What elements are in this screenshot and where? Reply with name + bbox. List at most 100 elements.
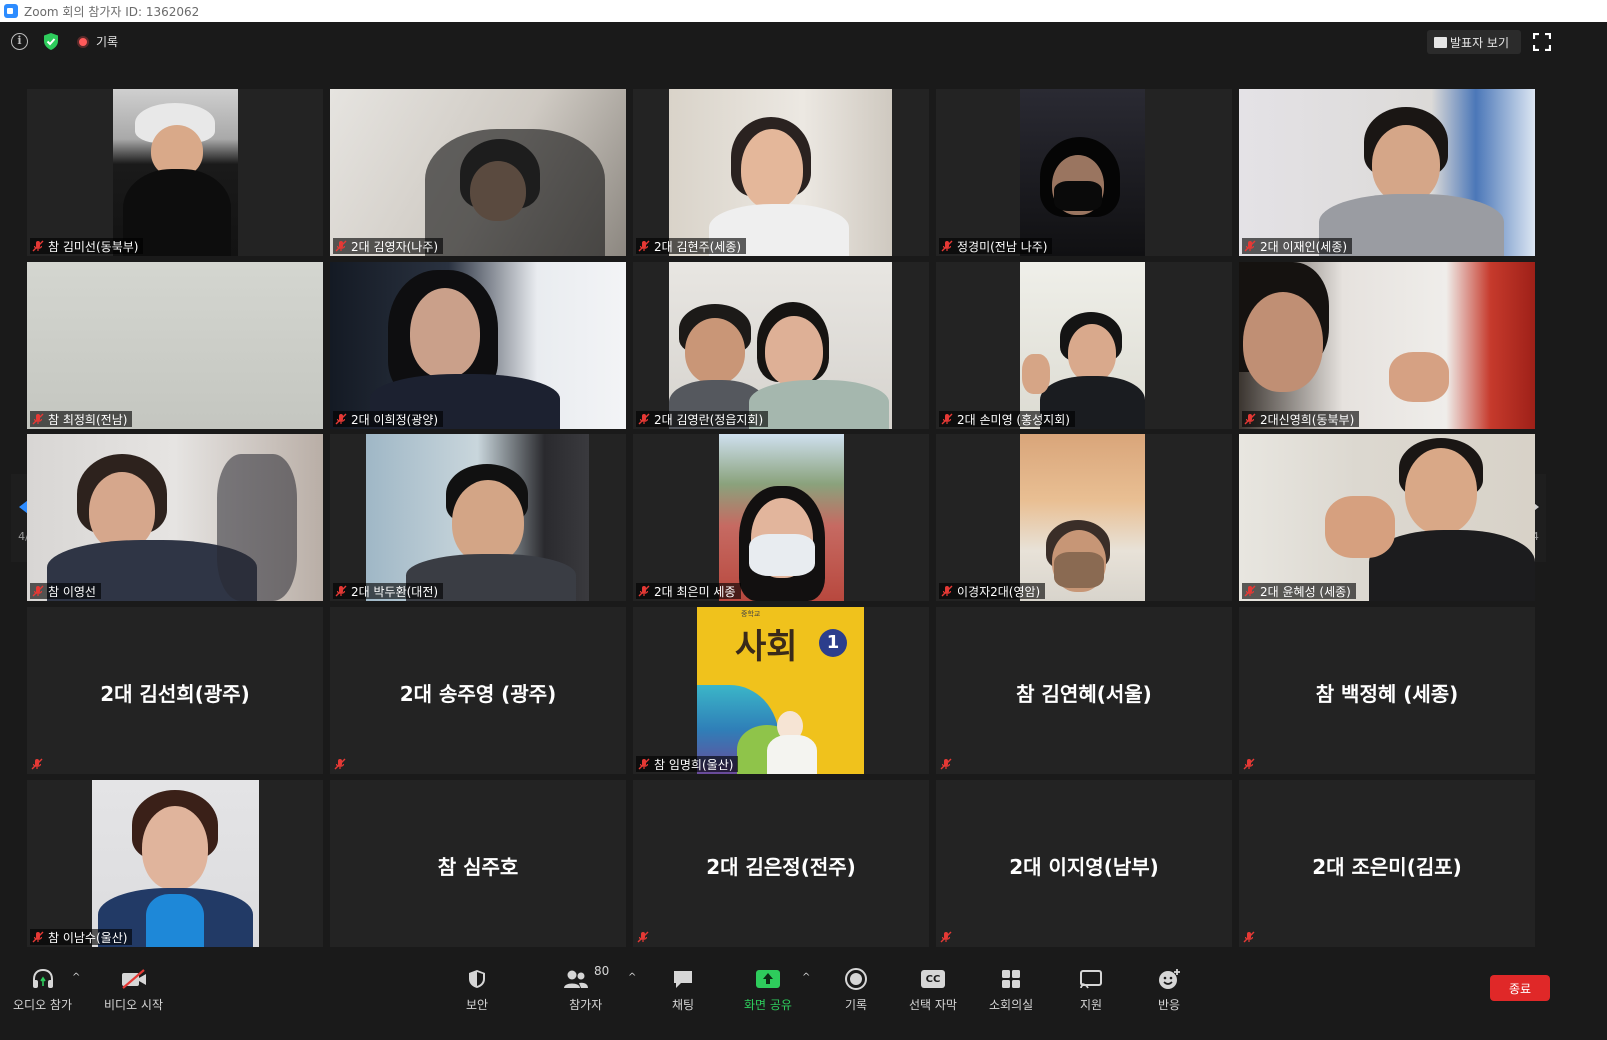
end-meeting-button[interactable]: 종료 — [1490, 975, 1550, 1001]
chat-button[interactable]: 채팅 — [671, 966, 695, 1013]
participant-name: 2대 이지영(남부) — [1009, 855, 1159, 879]
participant-tile[interactable]: 참 김연혜(서울) — [936, 607, 1232, 774]
mic-muted-icon — [638, 413, 650, 425]
participant-name-label: 이경자2대(영암) — [939, 583, 1046, 599]
participant-name: 참 임명희(울산) — [654, 757, 734, 772]
speaker-view-button[interactable]: 발표자 보기 — [1427, 30, 1521, 54]
window-title: Zoom 회의 참가자 ID: 1362062 — [24, 4, 200, 19]
mic-muted-icon — [941, 585, 953, 597]
mic-muted-icon — [335, 585, 347, 597]
reaction-smiley-icon — [1159, 969, 1180, 989]
participant-tile[interactable]: 정경미(전남 나주) — [936, 89, 1232, 256]
participant-name-label: 2대신영희(동북부) — [1242, 411, 1360, 427]
closed-caption-button[interactable]: CC 선택 자막 — [909, 966, 957, 1013]
participant-tile[interactable]: 2대 송주영 (광주) — [330, 607, 626, 774]
gallery-grid: 참 김미선(동북부) 2대 김영자(나주) 2대 김현주(세종) 정경미(전남 … — [27, 89, 1537, 947]
participant-name-label: 정경미(전남 나주) — [939, 238, 1053, 254]
participant-tile[interactable]: 참 이남수(울산) — [27, 780, 323, 947]
participant-name-label: 2대 이재인(세종) — [1242, 238, 1353, 254]
join-audio-button[interactable]: 오디오 참가 — [13, 966, 72, 1013]
participant-video — [330, 89, 626, 256]
participant-name-label: 2대 윤혜성 (세종) — [1242, 583, 1356, 599]
meeting-top-bar: i 기록 발표자 보기 — [0, 22, 1607, 62]
meeting-controls-toolbar: 오디오 참가 ^ 비디오 시작 보안 80 참가자 ^ 채팅 화면 공유 ^ 기… — [0, 960, 1607, 1040]
record-button[interactable]: 기록 — [844, 966, 868, 1013]
participant-tile[interactable]: 2대 조은미(김포) — [1239, 780, 1535, 947]
participant-video — [27, 434, 323, 601]
mic-muted-icon — [1244, 585, 1256, 597]
share-options-chevron-icon[interactable]: ^ — [802, 972, 810, 983]
participant-name-label: 2대 김현주(세종) — [636, 238, 747, 254]
participant-name: 2대 윤혜성 (세종) — [1260, 584, 1351, 599]
mic-muted-icon — [638, 585, 650, 597]
participant-name: 2대 김현주(세종) — [654, 239, 742, 254]
participant-tile[interactable]: 2대 김선희(광주) — [27, 607, 323, 774]
participant-name: 2대 최은미 세종 — [654, 584, 736, 599]
participant-tile[interactable]: 참 김미선(동북부) — [27, 89, 323, 256]
participant-video — [113, 89, 238, 256]
participants-button[interactable]: 80 참가자 — [562, 964, 609, 1013]
security-shield-icon — [469, 970, 486, 988]
mic-muted-icon — [941, 240, 953, 252]
participant-tile[interactable]: 참 백정혜 (세종) — [1239, 607, 1535, 774]
speaker-view-icon — [1434, 36, 1447, 48]
recording-label: 기록 — [96, 35, 119, 49]
reactions-button[interactable]: 반응 — [1156, 966, 1182, 1013]
participants-options-chevron-icon[interactable]: ^ — [628, 972, 636, 983]
participant-name: 2대 이재인(세종) — [1260, 239, 1348, 254]
book-subtitle: 중학교 — [741, 610, 761, 618]
mic-muted-icon — [32, 240, 44, 252]
headphones-icon — [32, 968, 53, 988]
participant-name: 2대신영희(동북부) — [1260, 412, 1355, 427]
security-button[interactable]: 보안 — [466, 966, 488, 1013]
mic-muted-icon — [940, 931, 952, 943]
participant-video — [1239, 262, 1535, 429]
participant-tile[interactable]: 2대 최은미 세종 — [633, 434, 929, 601]
start-video-button[interactable]: 비디오 시작 — [104, 966, 163, 1013]
participant-tile[interactable]: 2대 윤혜성 (세종) — [1239, 434, 1535, 601]
participants-label: 참가자 — [569, 998, 603, 1012]
participant-name-label: 참 임명희(울산) — [636, 756, 739, 772]
participant-tile[interactable]: 참 최정희(전남) — [27, 262, 323, 429]
breakout-rooms-button[interactable]: 소회의실 — [989, 966, 1033, 1013]
participant-video — [719, 434, 844, 601]
participant-tile[interactable]: 2대 김영란(정읍지회) — [633, 262, 929, 429]
participant-name: 참 백정혜 (세종) — [1315, 682, 1459, 706]
participant-name-label: 참 이영선 — [30, 583, 101, 599]
mic-muted-icon — [638, 240, 650, 252]
mic-muted-icon — [1243, 758, 1255, 770]
chat-bubble-icon — [674, 971, 692, 988]
support-button[interactable]: 지원 — [1078, 966, 1104, 1013]
participant-name: 2대 김은정(전주) — [706, 855, 856, 879]
participant-tile[interactable]: 참 이영선 — [27, 434, 323, 601]
meeting-info-icon[interactable]: i — [11, 33, 28, 50]
participant-name: 2대 송주영 (광주) — [399, 682, 557, 706]
participant-tile[interactable]: 중학교 사회 1 참 임명희(울산) — [633, 607, 929, 774]
participant-tile[interactable]: 2대 이희정(광양) — [330, 262, 626, 429]
participant-video — [1020, 434, 1145, 601]
breakout-rooms-label: 소회의실 — [989, 998, 1034, 1012]
mic-muted-icon — [1243, 931, 1255, 943]
zoom-app-icon — [4, 4, 18, 18]
participant-video — [1020, 262, 1145, 429]
fullscreen-icon[interactable] — [1533, 33, 1551, 51]
participant-tile[interactable]: 2대 박두환(대전) — [330, 434, 626, 601]
participant-name-label: 참 김미선(동북부) — [30, 238, 144, 254]
audio-options-chevron-icon[interactable]: ^ — [72, 972, 80, 983]
mic-muted-icon — [32, 931, 44, 943]
participant-name: 2대 김선희(광주) — [100, 682, 250, 706]
participant-tile[interactable]: 이경자2대(영암) — [936, 434, 1232, 601]
participant-tile[interactable]: 참 심주호 — [330, 780, 626, 947]
participant-tile[interactable]: 2대 손미영 (홍성지회) — [936, 262, 1232, 429]
chat-label: 채팅 — [671, 998, 695, 1012]
participant-tile[interactable]: 2대 이재인(세종) — [1239, 89, 1535, 256]
participant-tile[interactable]: 2대 이지영(남부) — [936, 780, 1232, 947]
mic-muted-icon — [1244, 240, 1256, 252]
share-screen-button[interactable]: 화면 공유 — [744, 966, 792, 1013]
mic-muted-icon — [335, 413, 347, 425]
participant-tile[interactable]: 2대 김영자(나주) — [330, 89, 626, 256]
participant-tile[interactable]: 2대 김현주(세종) — [633, 89, 929, 256]
participant-tile[interactable]: 2대신영희(동북부) — [1239, 262, 1535, 429]
participant-tile[interactable]: 2대 김은정(전주) — [633, 780, 929, 947]
encryption-shield-icon[interactable] — [42, 32, 60, 51]
